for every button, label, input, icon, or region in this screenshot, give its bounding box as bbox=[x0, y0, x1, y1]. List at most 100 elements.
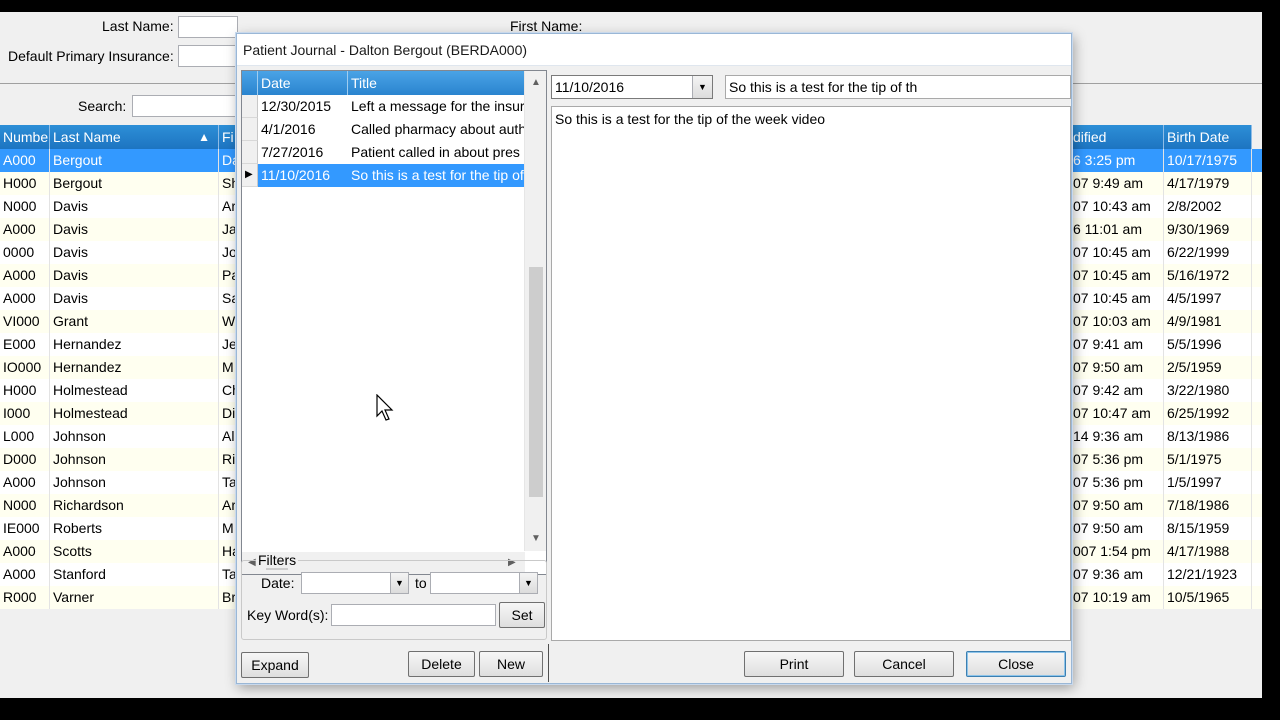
delete-button[interactable]: Delete bbox=[408, 651, 475, 677]
cell-modified: 07 10:43 am bbox=[1070, 195, 1164, 218]
column-header-number[interactable]: Number bbox=[0, 125, 50, 149]
cell-number: R000 bbox=[0, 586, 50, 609]
last-name-input[interactable] bbox=[178, 16, 238, 38]
journal-date-cell: 4/1/2016 bbox=[261, 121, 316, 137]
column-header-last-name[interactable]: Last Name ▲ bbox=[50, 125, 219, 149]
expand-button[interactable]: Expand bbox=[241, 652, 309, 678]
cell-number: A000 bbox=[0, 218, 50, 241]
cell-modified: 07 10:19 am bbox=[1070, 586, 1164, 609]
column-header-birth-date[interactable]: Birth Date bbox=[1164, 125, 1252, 149]
keyword-input[interactable] bbox=[331, 604, 496, 626]
cell-modified: 07 5:36 pm bbox=[1070, 448, 1164, 471]
journal-title-cell: Left a message for the insur bbox=[351, 98, 525, 114]
cell-last-name: Johnson bbox=[50, 425, 219, 448]
cell-last-name: Davis bbox=[50, 195, 219, 218]
new-button[interactable]: New bbox=[479, 651, 543, 677]
entry-date-value: 11/10/2016 bbox=[555, 79, 625, 95]
cell-birth-date: 4/17/1979 bbox=[1164, 172, 1252, 195]
journal-date-cell: 7/27/2016 bbox=[261, 144, 324, 160]
cell-last-name: Holmestead bbox=[50, 379, 219, 402]
entry-date-select[interactable]: 11/10/2016 ▼ bbox=[551, 75, 713, 99]
row-indicator[interactable]: ▶ bbox=[242, 164, 258, 187]
cell-birth-date: 1/5/1997 bbox=[1164, 471, 1252, 494]
cell-modified: 07 9:36 am bbox=[1070, 563, 1164, 586]
journal-row[interactable]: ▶ 11/10/2016 So this is a test for the tip… bbox=[242, 164, 525, 187]
journal-row[interactable]: 7/27/2016 Patient called in about pres bbox=[242, 141, 525, 164]
cell-last-name: Scotts bbox=[50, 540, 219, 563]
column-header-modified[interactable]: dified bbox=[1070, 125, 1164, 149]
cell-number: N000 bbox=[0, 195, 50, 218]
chevron-down-icon[interactable]: ▼ bbox=[390, 573, 408, 593]
dialog-title: Patient Journal - Dalton Bergout (BERDA0… bbox=[243, 42, 528, 58]
row-indicator[interactable] bbox=[242, 118, 258, 141]
entry-body-textarea[interactable]: So this is a test for the tip of the wee… bbox=[551, 106, 1071, 641]
dialog-titlebar[interactable]: Patient Journal - Dalton Bergout (BERDA0… bbox=[237, 34, 1071, 66]
search-input[interactable] bbox=[132, 95, 238, 117]
journal-entries-list: Date Title 12/30/2015 Left a message for … bbox=[241, 70, 547, 575]
cell-last-name: Bergout bbox=[50, 149, 219, 172]
cell-birth-date: 5/1/1975 bbox=[1164, 448, 1252, 471]
filter-date-from-select[interactable]: ▼ bbox=[301, 572, 409, 594]
row-indicator[interactable] bbox=[242, 95, 258, 118]
journal-title-cell: Called pharmacy about auth bbox=[351, 121, 525, 137]
cell-birth-date: 2/5/1959 bbox=[1164, 356, 1252, 379]
mouse-cursor-icon bbox=[376, 394, 394, 421]
cell-birth-date: 4/5/1997 bbox=[1164, 287, 1252, 310]
cell-last-name: Hernandez bbox=[50, 356, 219, 379]
print-button[interactable]: Print bbox=[744, 651, 844, 677]
journal-date-cell: 12/30/2015 bbox=[261, 98, 332, 114]
journal-row[interactable]: 4/1/2016 Called pharmacy about auth bbox=[242, 118, 525, 141]
keyword-label: Key Word(s): bbox=[247, 607, 329, 623]
vertical-scrollbar[interactable]: ▲ ▼ bbox=[524, 71, 546, 551]
patient-journal-dialog: Patient Journal - Dalton Bergout (BERDA0… bbox=[236, 33, 1072, 684]
cell-birth-date: 4/17/1988 bbox=[1164, 540, 1252, 563]
entry-title-input[interactable] bbox=[725, 75, 1071, 99]
cell-modified: 07 9:50 am bbox=[1070, 356, 1164, 379]
cell-modified: 07 10:45 am bbox=[1070, 287, 1164, 310]
chevron-down-icon[interactable]: ▼ bbox=[692, 76, 712, 98]
cell-number: I000 bbox=[0, 402, 50, 425]
row-header-corner bbox=[242, 71, 258, 95]
close-button[interactable]: Close bbox=[966, 651, 1066, 677]
cancel-button[interactable]: Cancel bbox=[854, 651, 954, 677]
cell-birth-date: 7/18/1986 bbox=[1164, 494, 1252, 517]
current-row-icon: ▶ bbox=[245, 169, 253, 180]
cell-last-name: Hernandez bbox=[50, 333, 219, 356]
journal-title-cell: Patient called in about pres bbox=[351, 144, 520, 160]
cell-number: N000 bbox=[0, 494, 50, 517]
insurance-label: Default Primary Insurance: bbox=[8, 48, 174, 64]
filter-date-to-select[interactable]: ▼ bbox=[430, 572, 538, 594]
cell-last-name: Davis bbox=[50, 241, 219, 264]
journal-title-cell: So this is a test for the tip of bbox=[348, 164, 525, 187]
column-header-title[interactable]: Title bbox=[348, 71, 525, 95]
journal-row[interactable]: 12/30/2015 Left a message for the insur bbox=[242, 95, 525, 118]
row-indicator[interactable] bbox=[242, 141, 258, 164]
cell-birth-date: 5/5/1996 bbox=[1164, 333, 1252, 356]
cell-modified: 07 9:42 am bbox=[1070, 379, 1164, 402]
scroll-down-icon[interactable]: ▼ bbox=[531, 533, 541, 545]
filters-group: Filters Date: ▼ to ▼ Key Word(s): Set bbox=[241, 552, 547, 640]
cell-number: A000 bbox=[0, 563, 50, 586]
cell-birth-date: 8/13/1986 bbox=[1164, 425, 1252, 448]
set-filter-button[interactable]: Set bbox=[499, 602, 545, 628]
cell-last-name: Davis bbox=[50, 287, 219, 310]
vertical-scroll-thumb[interactable] bbox=[529, 267, 543, 497]
first-name-label: First Name: bbox=[510, 18, 583, 34]
cell-number: A000 bbox=[0, 471, 50, 494]
cell-modified: 07 10:45 am bbox=[1070, 264, 1164, 287]
cell-number: VI000 bbox=[0, 310, 50, 333]
cell-last-name: Richardson bbox=[50, 494, 219, 517]
cell-last-name: Johnson bbox=[50, 471, 219, 494]
column-header-date[interactable]: Date bbox=[258, 71, 348, 95]
journal-date-cell: 11/10/2016 bbox=[258, 164, 348, 187]
cell-number: A000 bbox=[0, 264, 50, 287]
search-label: Search: bbox=[78, 98, 127, 114]
scroll-up-icon[interactable]: ▲ bbox=[531, 77, 541, 89]
pane-separator bbox=[548, 644, 549, 682]
cell-birth-date: 8/15/1959 bbox=[1164, 517, 1252, 540]
cell-modified: 07 9:41 am bbox=[1070, 333, 1164, 356]
chevron-down-icon[interactable]: ▼ bbox=[519, 573, 537, 593]
cell-birth-date: 9/30/1969 bbox=[1164, 218, 1252, 241]
cell-birth-date: 12/21/1923 bbox=[1164, 563, 1252, 586]
insurance-input[interactable] bbox=[178, 45, 238, 67]
